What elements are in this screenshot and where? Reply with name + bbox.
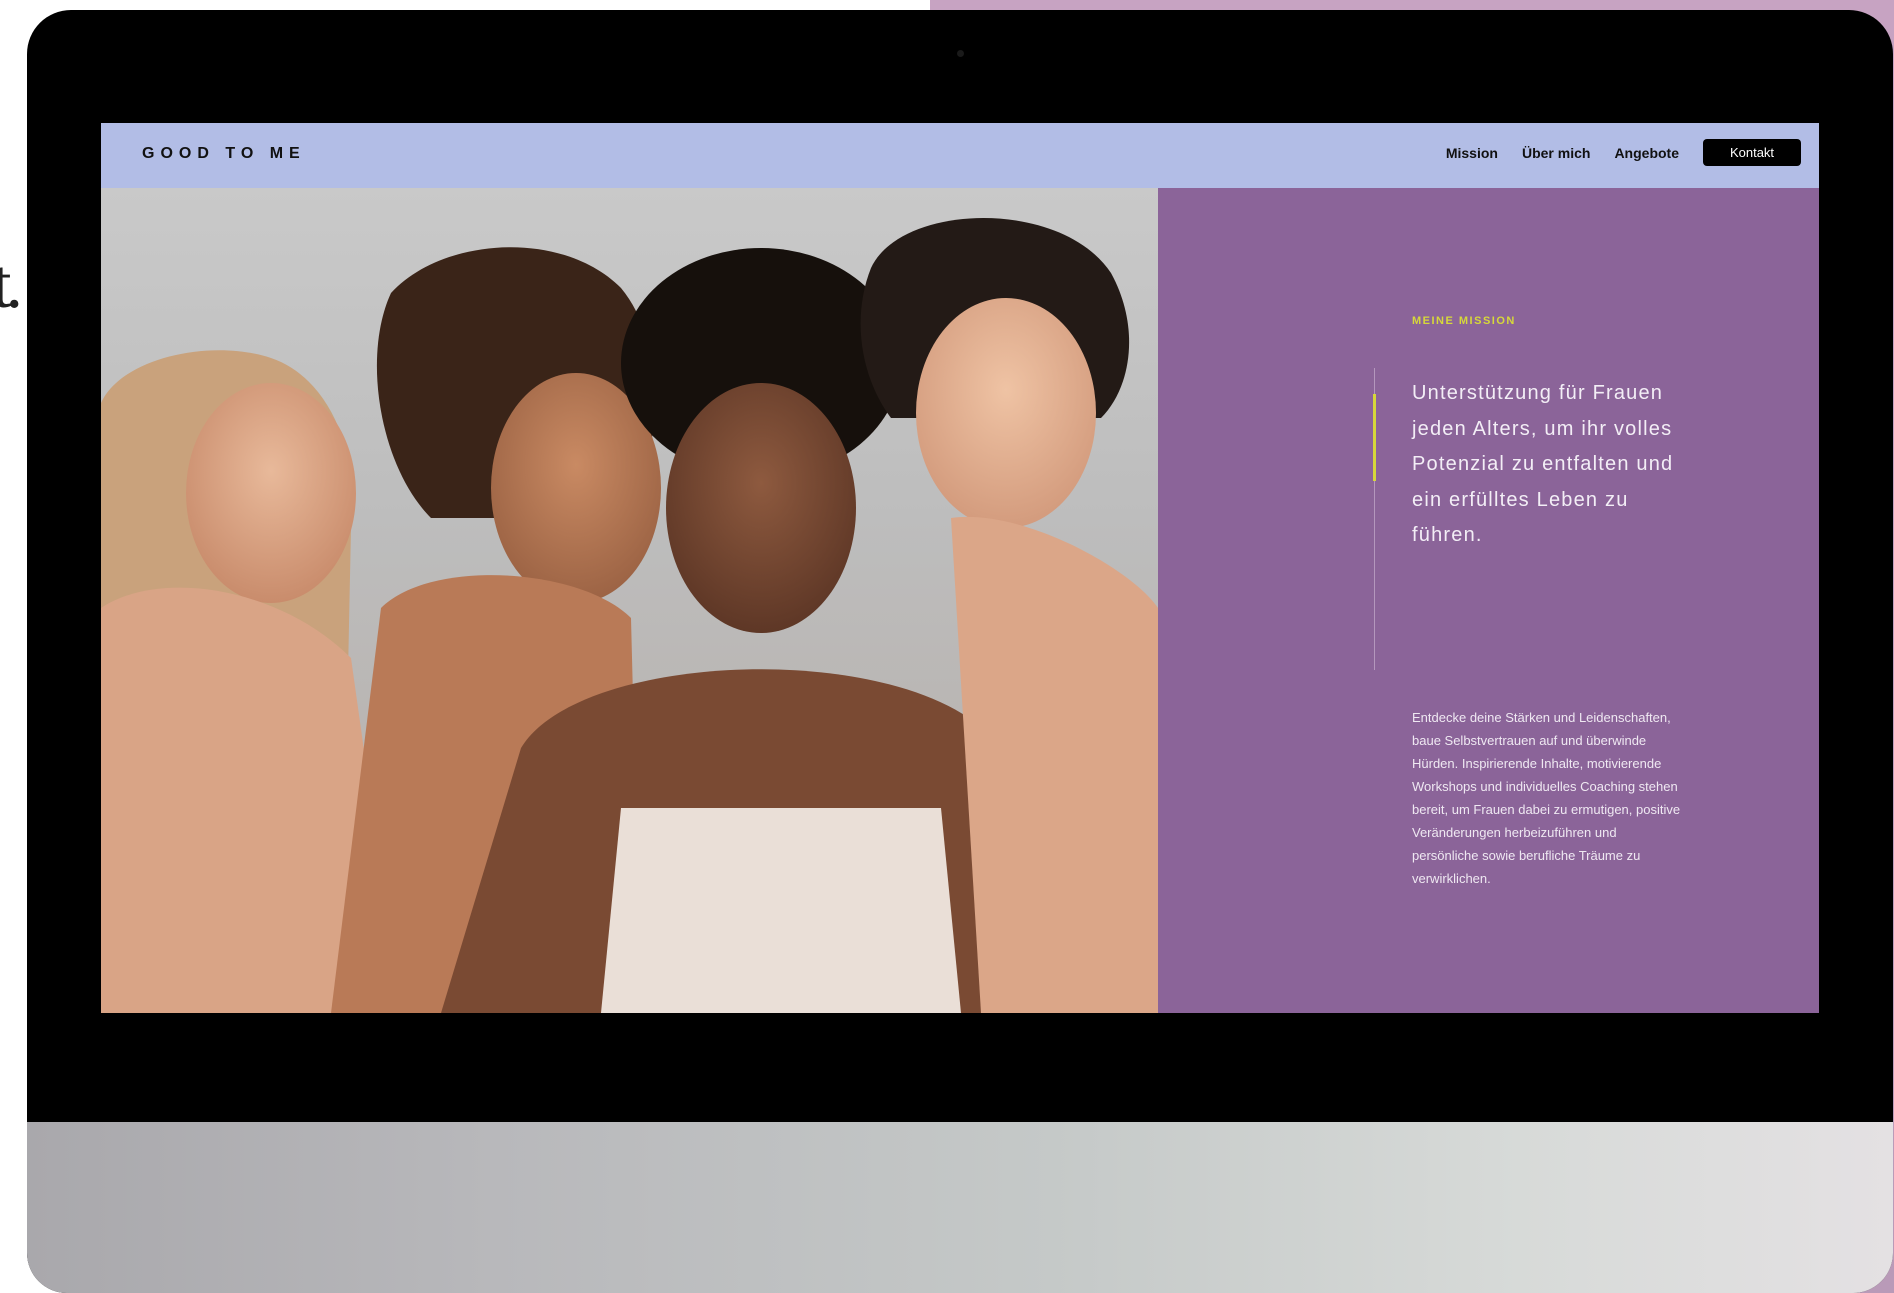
cropped-edge-text: t. [0,246,23,323]
nav-link-mission[interactable]: Mission [1446,145,1498,161]
mission-body: Entdecke deine Stärken und Leidenschafte… [1412,710,1681,886]
imac-monitor: GOOD TO ME Mission Über mich Angebote Ko… [27,10,1893,1293]
accent-bar [1373,394,1376,481]
nav-link-angebote[interactable]: Angebote [1614,145,1679,161]
mission-section: MEINE MISSION Unterstützung für Frauen j… [1158,188,1819,1013]
website-screen: GOOD TO ME Mission Über mich Angebote Ko… [101,123,1819,1013]
hero-photo-illustration [101,218,1158,1013]
site-header: GOOD TO ME Mission Über mich Angebote Ko… [101,123,1819,188]
hero-photo [101,188,1158,1013]
main-nav: Mission Über mich Angebote Kontakt [1446,139,1801,166]
nav-link-ueber-mich[interactable]: Über mich [1522,145,1590,161]
mission-kicker: MEINE MISSION [1412,315,1516,327]
brand-logo[interactable]: GOOD TO ME [142,145,306,163]
mission-headline: Unterstützung für Frauen jeden Alters, u… [1412,382,1674,546]
contact-button[interactable]: Kontakt [1703,139,1801,166]
camera-icon [957,50,964,57]
monitor-chin [27,1122,1893,1293]
